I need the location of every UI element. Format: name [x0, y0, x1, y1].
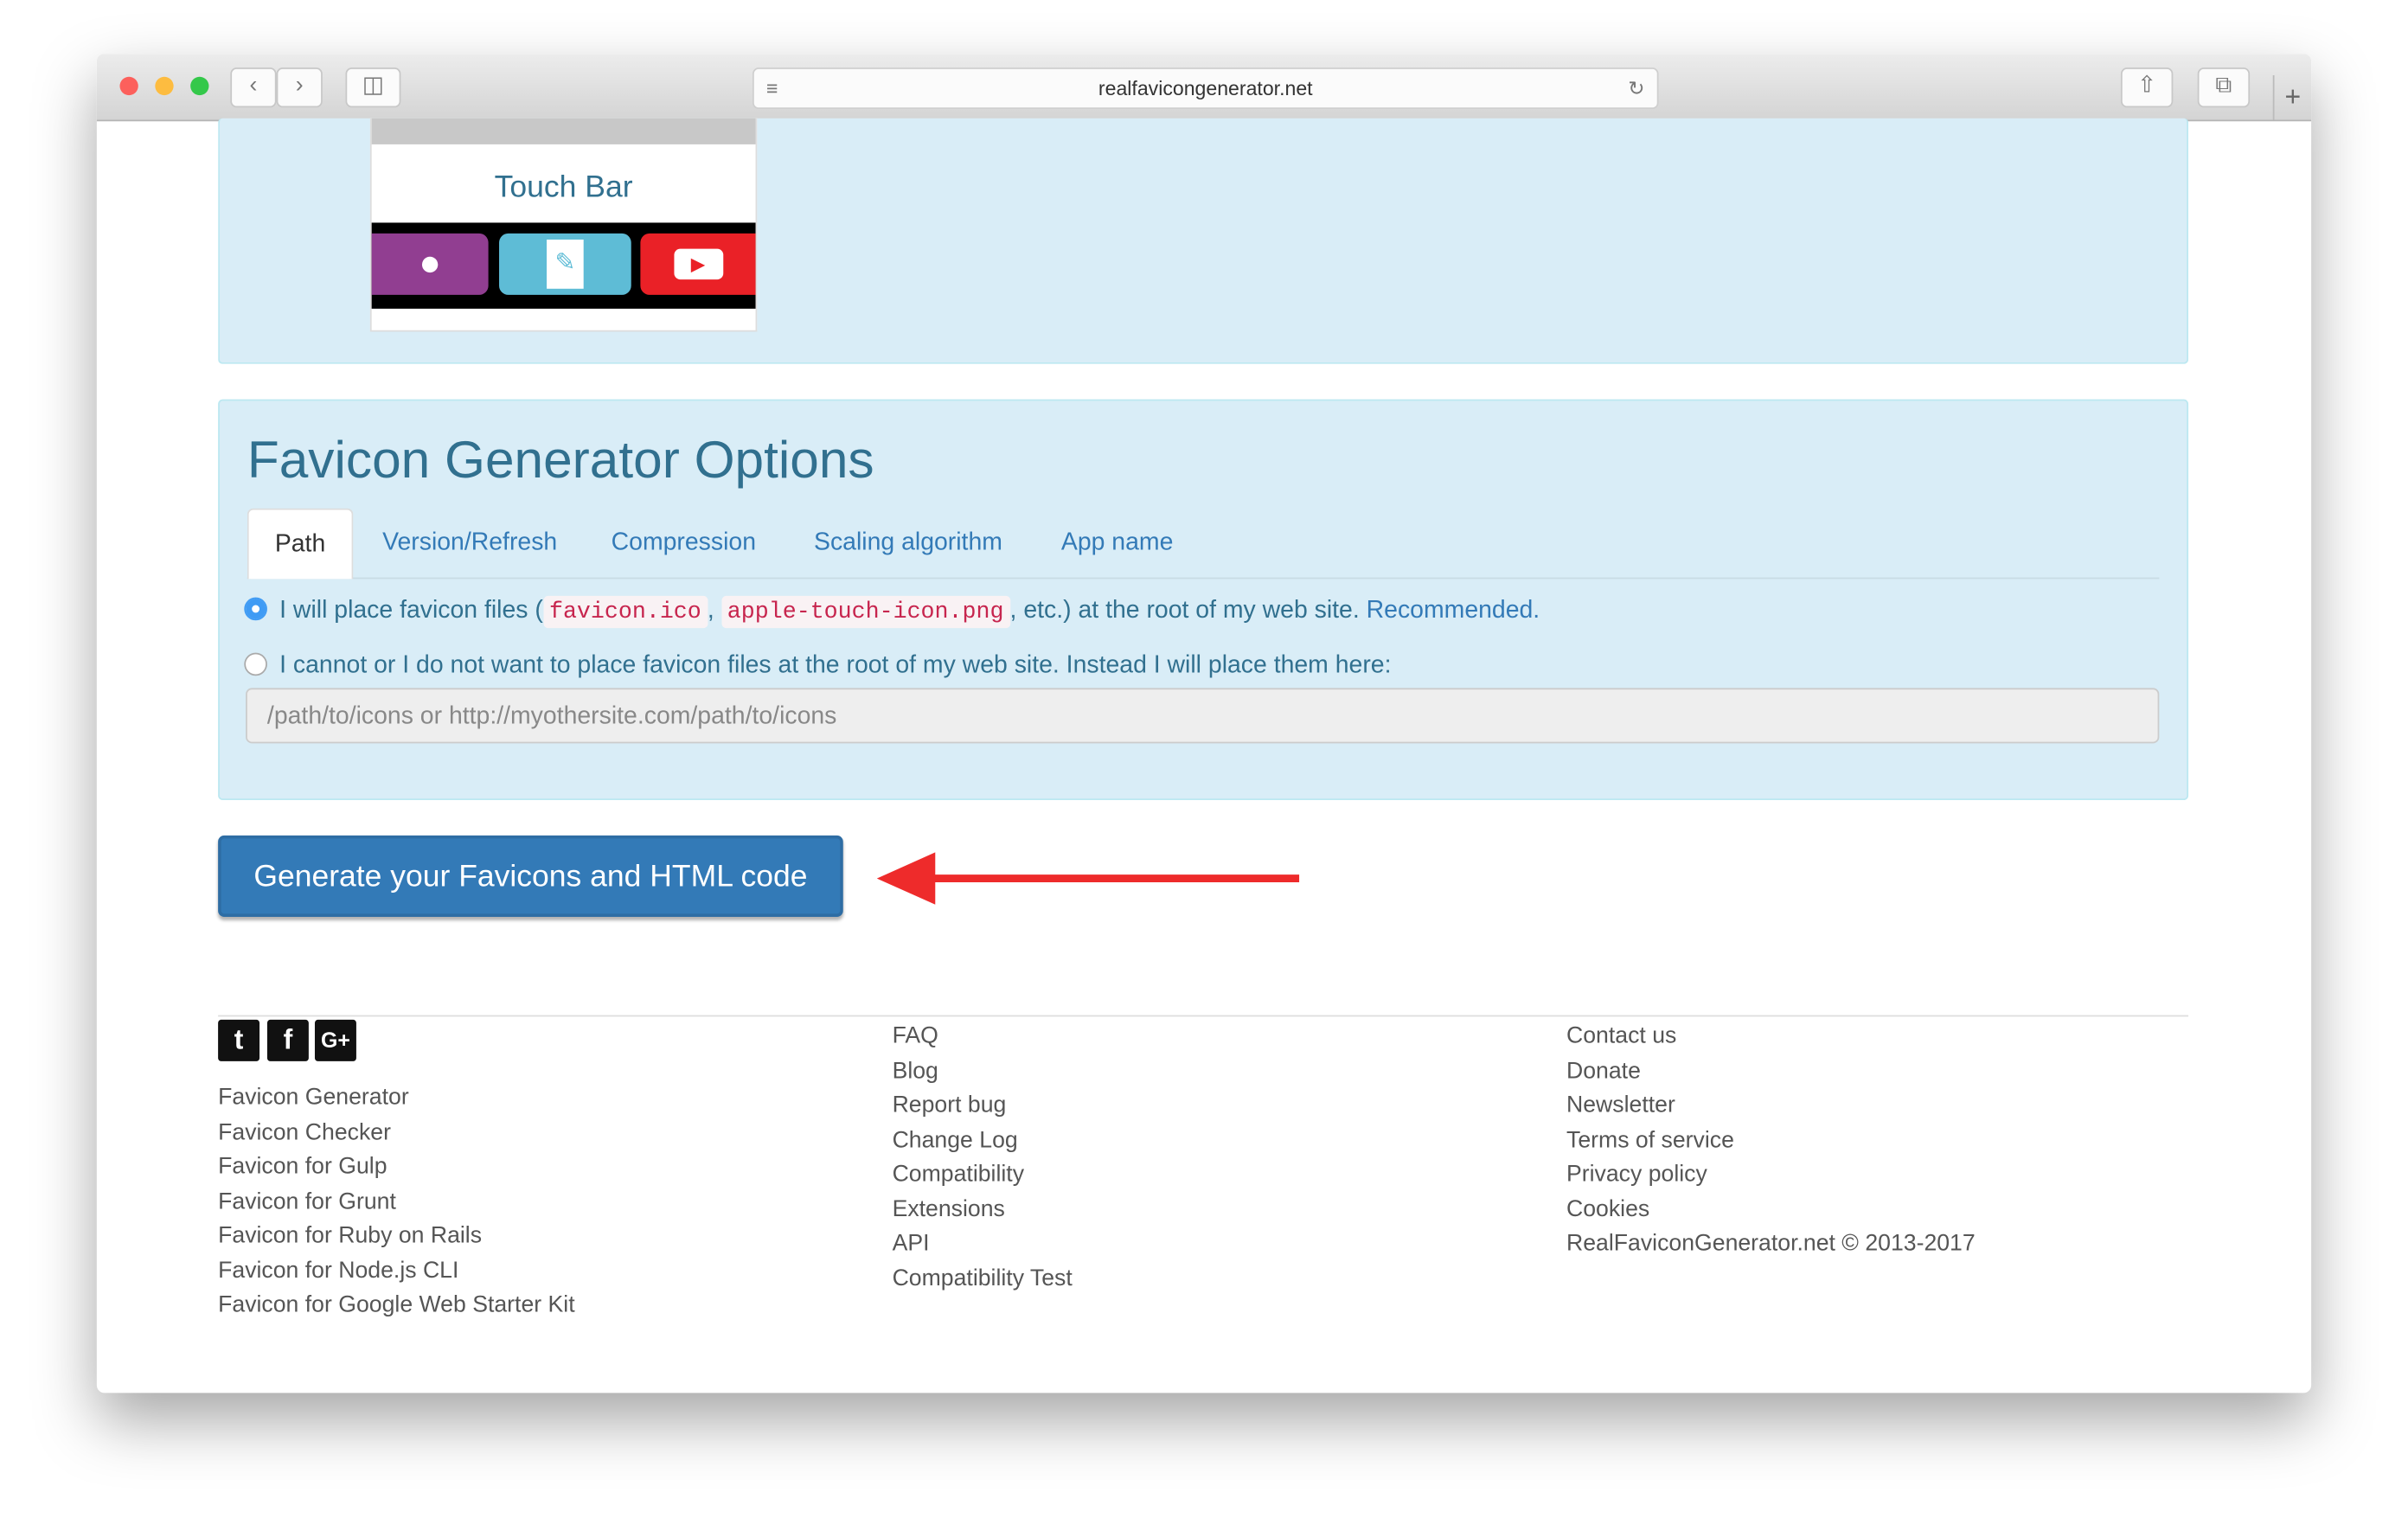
footer-link[interactable]: Compatibility: [893, 1158, 1073, 1193]
title-bar: ‹ › ◫ ≡ realfavicongenerator.net ↻ ⇧ ⧉ +: [96, 54, 2312, 122]
touchbar-title: Touch Bar: [494, 170, 633, 205]
code-favicon-ico: favicon.ico: [542, 595, 708, 629]
forward-button[interactable]: ›: [276, 67, 323, 108]
tab-scaling-algorithm[interactable]: Scaling algorithm: [814, 509, 1002, 578]
footer-col-1: Favicon Generator Favicon Checker Favicon …: [218, 1081, 574, 1323]
back-button[interactable]: ‹: [230, 67, 277, 108]
close-button[interactable]: [119, 76, 138, 96]
footer-divider: [218, 1015, 2189, 1017]
footer-link[interactable]: Terms of service: [1566, 1124, 1976, 1158]
footer-link[interactable]: Favicon for Node.js CLI: [218, 1254, 574, 1289]
footer-link[interactable]: Contact us: [1566, 1020, 1976, 1054]
recommended-link[interactable]: Recommended.: [1367, 598, 1540, 624]
twitter-icon[interactable]: t: [218, 1019, 260, 1061]
radio-custom-option[interactable]: I cannot or I do not want to place favic…: [244, 652, 1392, 681]
tabs-overview-icon[interactable]: ⧉: [2197, 67, 2251, 108]
generate-favicons-button[interactable]: Generate your Favicons and HTML code: [218, 835, 843, 917]
red-arrow-annotation: [876, 852, 1300, 905]
tab-app-name[interactable]: App name: [1061, 509, 1174, 578]
footer-link[interactable]: Change Log: [893, 1124, 1073, 1158]
touchbar-strip: ● ✎ ▶: [371, 222, 756, 309]
footer-link[interactable]: API: [893, 1227, 1073, 1262]
options-title: Favicon Generator Options: [247, 431, 874, 490]
footer-link[interactable]: Donate: [1566, 1054, 1976, 1089]
footer-link[interactable]: Favicon for Gulp: [218, 1150, 574, 1185]
copyright: RealFaviconGenerator.net © 2013-2017: [1566, 1230, 1976, 1257]
code-apple-touch-icon: apple-touch-icon.png: [720, 595, 1010, 629]
footer-link[interactable]: Cookies: [1566, 1193, 1976, 1227]
address-bar[interactable]: ≡ realfavicongenerator.net ↻: [752, 67, 1659, 110]
url-text: realfavicongenerator.net: [1098, 76, 1313, 100]
youtube-icon: ▶: [640, 233, 756, 295]
facebook-icon[interactable]: f: [266, 1019, 309, 1061]
radio-root-option[interactable]: I will place favicon files (favicon.ico,…: [244, 595, 1540, 629]
footer-link[interactable]: Newsletter: [1566, 1089, 1976, 1124]
footer-link[interactable]: Extensions: [893, 1193, 1073, 1227]
radio-root-text-end: , etc.) at the root of my web site.: [1009, 597, 1360, 624]
footer-col-3: Contact us Donate Newsletter Terms of servi…: [1566, 1020, 1976, 1262]
options-tabs: Path Version/Refresh Compression Scaling…: [247, 508, 2160, 580]
footer-link[interactable]: Privacy policy: [1566, 1158, 1976, 1193]
footer-link[interactable]: Favicon for Google Web Starter Kit: [218, 1289, 574, 1323]
radio-root[interactable]: [244, 597, 267, 621]
touchbar-card: Touch Bar ● ✎ ▶: [369, 118, 758, 332]
tab-version-refresh[interactable]: Version/Refresh: [382, 509, 557, 578]
radio-root-text: I will place favicon files (: [279, 597, 543, 624]
footer-link[interactable]: Favicon Checker: [218, 1116, 574, 1150]
share-icon[interactable]: ⇧: [2120, 67, 2174, 108]
footer-col-2: FAQ Blog Report bug Change Log Compatibility…: [893, 1020, 1073, 1297]
footer-link[interactable]: Favicon Generator: [218, 1081, 574, 1116]
apple-icon: ●: [371, 233, 489, 295]
sidebar-toggle-icon[interactable]: ◫: [345, 67, 401, 108]
footer-link[interactable]: Favicon for Grunt: [218, 1185, 574, 1220]
footer-link[interactable]: Favicon for Ruby on Rails: [218, 1220, 574, 1254]
browser-window: ‹ › ◫ ≡ realfavicongenerator.net ↻ ⇧ ⧉ +…: [96, 54, 2312, 1393]
reader-icon[interactable]: ≡: [766, 69, 778, 107]
zoom-button[interactable]: [190, 76, 209, 96]
separator: ,: [707, 597, 714, 624]
footer-link[interactable]: Report bug: [893, 1089, 1073, 1124]
radio-custom[interactable]: [244, 652, 267, 676]
preview-panel: Touch Bar ● ✎ ▶: [218, 118, 2189, 364]
tab-path[interactable]: Path: [247, 508, 354, 580]
minimize-button[interactable]: [155, 76, 174, 96]
reload-icon[interactable]: ↻: [1628, 69, 1644, 107]
new-tab-button[interactable]: +: [2272, 74, 2311, 120]
tab-compression[interactable]: Compression: [612, 509, 756, 578]
pencil-icon: ✎: [499, 233, 631, 295]
footer-link[interactable]: Blog: [893, 1054, 1073, 1089]
path-input[interactable]: /path/to/icons or http://myothersite.com…: [246, 688, 2160, 744]
footer-link[interactable]: FAQ: [893, 1020, 1073, 1054]
footer-link[interactable]: Compatibility Test: [893, 1262, 1073, 1297]
touchbar-preview-top: [371, 118, 756, 144]
options-panel: Favicon Generator Options Path Version/R…: [218, 399, 2189, 801]
radio-custom-label: I cannot or I do not want to place favic…: [279, 652, 1392, 679]
google-plus-icon[interactable]: G+: [314, 1019, 356, 1061]
